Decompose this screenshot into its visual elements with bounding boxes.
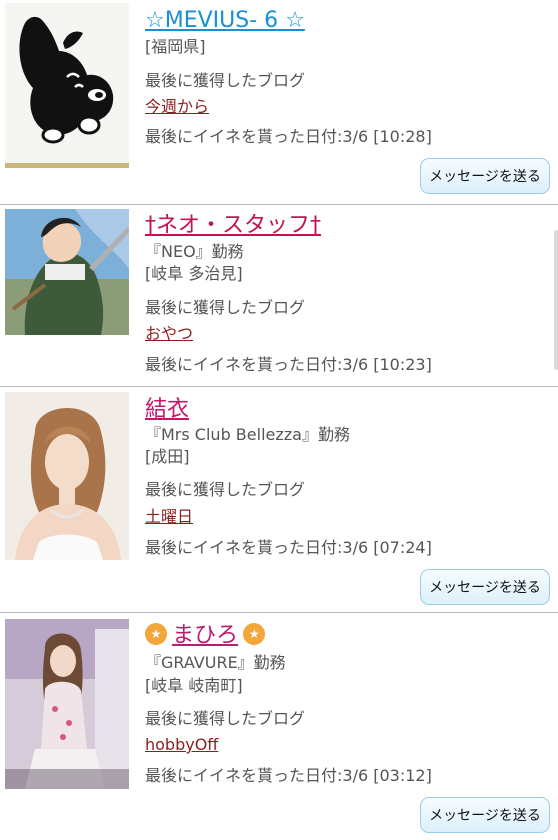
last-blog-label: 最後に獲得したブログ xyxy=(145,709,306,728)
last-blog-label: 最後に獲得したブログ xyxy=(145,298,306,317)
last-like-date: 最後にイイネを貰った日付:3/6 [07:24] xyxy=(145,538,432,557)
last-like-date: 最後にイイネを貰った日付:3/6 [10:23] xyxy=(145,355,432,374)
scrollbar[interactable] xyxy=(554,230,558,370)
user-area: [岐阜 多治見] xyxy=(145,264,243,283)
send-message-button[interactable]: メッセージを送る xyxy=(420,158,550,194)
sun-star-icon xyxy=(145,623,167,645)
avatar[interactable] xyxy=(5,619,129,789)
last-blog-label: 最後に獲得したブログ xyxy=(145,480,306,499)
user-card: まひろ 『GRAVURE』勤務 [岐阜 岐南町] 最後に獲得したブログ hobb… xyxy=(0,612,558,840)
user-name-link[interactable]: ☆MEVIUS- 6 ☆ xyxy=(145,8,305,34)
shop-name: 『NEO』勤務 xyxy=(145,242,244,261)
woman-portrait-icon xyxy=(5,392,129,560)
shop-name: 『GRAVURE』勤務 xyxy=(145,653,286,672)
blog-title-link[interactable]: 今週から xyxy=(145,96,209,118)
user-card: ☆MEVIUS- 6 ☆ [福岡県] 最後に獲得したブログ 今週から 最後にイイ… xyxy=(0,0,558,204)
avatar[interactable] xyxy=(5,3,129,168)
last-like-date: 最後にイイネを貰った日付:3/6 [10:28] xyxy=(145,127,432,146)
user-area: [成田] xyxy=(145,447,190,466)
blog-title-link[interactable]: おやつ xyxy=(145,323,193,345)
shop-name: 『Mrs Club Bellezza』勤務 xyxy=(145,425,350,444)
send-message-button[interactable]: メッセージを送る xyxy=(420,569,550,605)
user-name-link[interactable]: まひろ xyxy=(172,623,238,649)
last-blog-label: 最後に獲得したブログ xyxy=(145,71,306,90)
user-card: †ネオ・スタッフ† 『NEO』勤務 [岐阜 多治見] 最後に獲得したブログ おや… xyxy=(0,204,558,386)
user-name-link[interactable]: 結衣 xyxy=(145,397,189,423)
user-area: [岐阜 岐南町] xyxy=(145,676,243,695)
woman-photo-icon xyxy=(5,619,129,789)
sun-star-icon xyxy=(243,623,266,645)
avatar[interactable] xyxy=(5,209,129,335)
avatar[interactable] xyxy=(5,392,129,560)
send-message-button[interactable]: メッセージを送る xyxy=(420,797,550,833)
blog-title-link[interactable]: 土曜日 xyxy=(145,506,193,528)
blog-title-link[interactable]: hobbyOff xyxy=(145,734,218,756)
user-name-link[interactable]: †ネオ・スタッフ† xyxy=(145,213,321,239)
anime-soldier-icon xyxy=(5,209,129,335)
user-area: [福岡県] xyxy=(145,37,206,56)
user-name-row: まひろ xyxy=(145,623,266,649)
last-like-date: 最後にイイネを貰った日付:3/6 [03:12] xyxy=(145,766,432,785)
user-card: 結衣 『Mrs Club Bellezza』勤務 [成田] 最後に獲得したブログ… xyxy=(0,386,558,612)
black-dog-icon xyxy=(5,3,129,168)
